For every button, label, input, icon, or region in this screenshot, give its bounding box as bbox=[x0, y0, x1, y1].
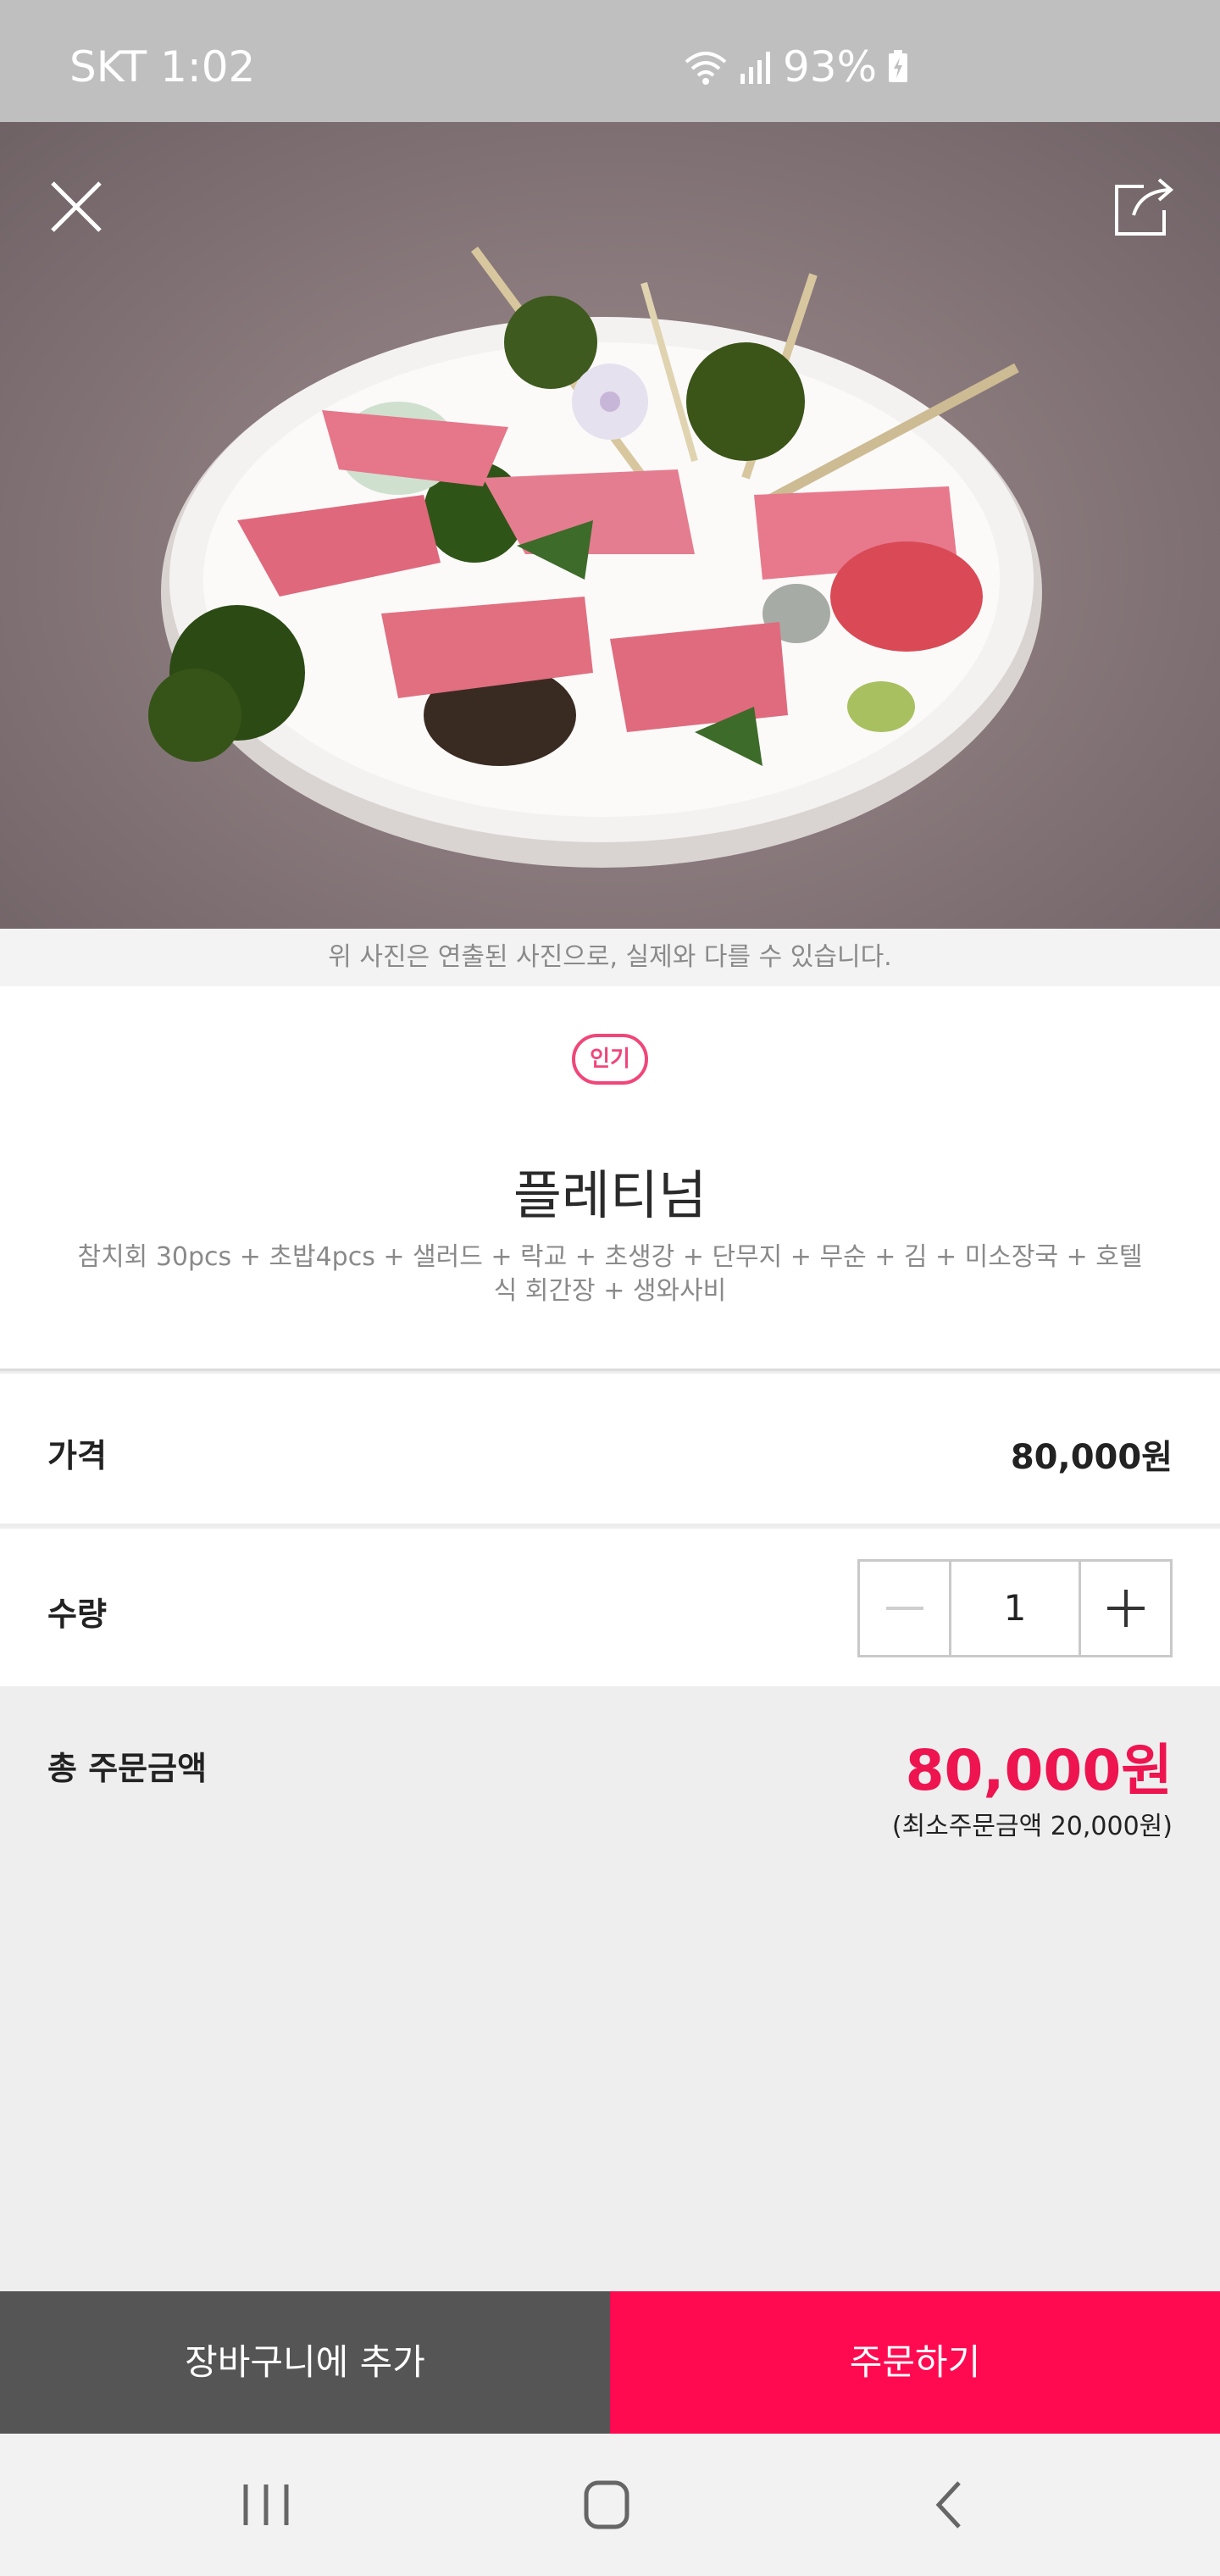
price-value: 80,000원 bbox=[1010, 1438, 1173, 1477]
product-info: 인기 플레티넘 참치회 30pcs + 초밥4pcs + 샐러드 + 락교 + … bbox=[0, 986, 1220, 1371]
plus-icon bbox=[1106, 1590, 1145, 1627]
total-value: 80,000원 bbox=[905, 1738, 1173, 1803]
quantity-label: 수량 bbox=[47, 1596, 107, 1633]
system-nav-bar bbox=[0, 2434, 1220, 2576]
quantity-value[interactable]: 1 bbox=[951, 1562, 1079, 1655]
photo-disclaimer: 위 사진은 연출된 사진으로, 실제와 다를 수 있습니다. bbox=[0, 929, 1220, 986]
decrease-button[interactable] bbox=[860, 1562, 951, 1655]
home-icon bbox=[584, 2480, 629, 2529]
wifi-icon bbox=[685, 52, 727, 85]
minus-icon bbox=[885, 1607, 923, 1610]
popular-badge: 인기 bbox=[572, 1034, 648, 1085]
battery-charging-icon bbox=[889, 50, 908, 82]
product-name: 플레티넘 bbox=[513, 1164, 707, 1226]
order-button[interactable]: 주문하기 bbox=[610, 2291, 1220, 2434]
total-label: 총 주문금액 bbox=[47, 1750, 208, 1787]
increase-button[interactable] bbox=[1079, 1562, 1170, 1655]
quantity-row: 수량 1 bbox=[0, 1529, 1220, 1686]
product-image bbox=[0, 122, 1220, 929]
price-label: 가격 bbox=[47, 1437, 107, 1474]
carrier-time: SKT 1:02 bbox=[69, 42, 256, 92]
home-button[interactable] bbox=[573, 2471, 640, 2539]
status-indicators: 93% bbox=[683, 42, 909, 92]
order-total-section: 총 주문금액 80,000원 (최소주문금액 20,000원) bbox=[0, 1686, 1220, 2291]
status-bar: SKT 1:02 93% bbox=[0, 0, 1220, 122]
recent-apps-button[interactable] bbox=[232, 2471, 300, 2539]
minimum-order-note: (최소주문금액 20,000원) bbox=[891, 1812, 1173, 1841]
action-bar: 장바구니에 추가 주문하기 bbox=[0, 2291, 1220, 2434]
back-icon bbox=[935, 2481, 961, 2529]
signal-icon bbox=[740, 52, 770, 84]
close-icon bbox=[51, 181, 102, 232]
close-button[interactable] bbox=[42, 173, 110, 241]
recent-apps-icon bbox=[243, 2484, 289, 2525]
price-row: 가격 80,000원 bbox=[0, 1374, 1220, 1526]
product-description: 참치회 30pcs + 초밥4pcs + 샐러드 + 락교 + 초생강 + 단무… bbox=[77, 1242, 1143, 1306]
sashimi-platter-image bbox=[148, 247, 1042, 868]
battery-percent: 93% bbox=[783, 42, 878, 92]
quantity-stepper: 1 bbox=[857, 1559, 1173, 1657]
share-icon bbox=[1115, 178, 1174, 236]
share-button[interactable] bbox=[1110, 173, 1178, 241]
back-button[interactable] bbox=[917, 2471, 984, 2539]
add-to-cart-button[interactable]: 장바구니에 추가 bbox=[0, 2291, 610, 2434]
